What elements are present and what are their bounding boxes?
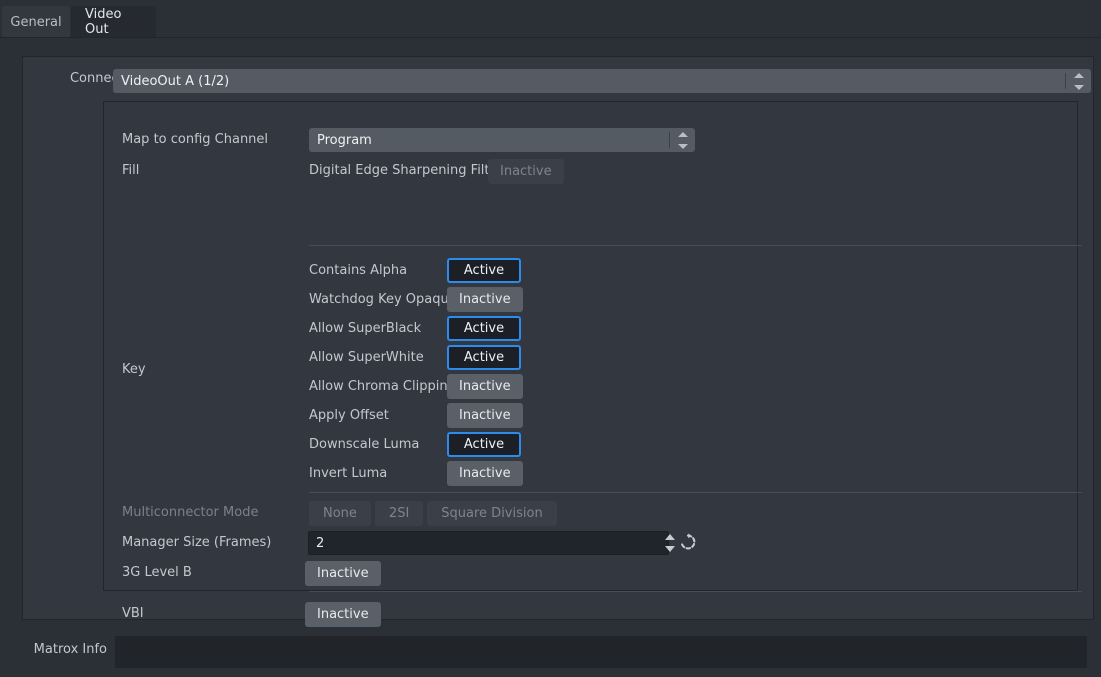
key-row-allow-chroma-clipping: Allow Chroma Clipping Inactive [104,375,1077,401]
matrox-info-row: Matrox Info [22,634,1094,670]
watchdog-key-opaque-toggle[interactable]: Inactive [447,287,523,312]
multiconnector-mode-label: Multiconnector Mode [104,505,248,520]
level-3g-b-state: Inactive [317,566,369,581]
tab-video-out[interactable]: Video Out [71,6,156,38]
key-row-contains-alpha: Contains Alpha Active [104,259,1077,285]
multiconnector-mode-option-2si: 2SI [375,501,423,526]
map-to-config-channel-select[interactable]: Program [309,128,695,152]
watchdog-key-opaque-state: Inactive [459,292,511,307]
connector-select[interactable]: VideoOut A (1/2) [113,69,1091,93]
map-to-config-channel-value: Program [317,133,372,148]
downscale-luma-state: Active [464,437,504,452]
apply-offset-state: Inactive [459,408,511,423]
video-out-panel: Connector VideoOut A (1/2) Map to config… [22,56,1094,620]
connector-settings-group: Map to config Channel Program Fill Digit… [103,101,1078,591]
connector-divider [1065,73,1066,89]
separator-key-top [309,245,1082,246]
key-row-invert-luma: Invert Luma Inactive [104,462,1077,488]
allow-chroma-clipping-toggle[interactable]: Inactive [447,374,523,399]
spinner-updown-icon[interactable] [1073,73,1084,90]
spinner-updown-icon[interactable] [677,132,688,149]
vbi-toggle[interactable]: Inactive [305,602,381,627]
allow-superwhite-toggle[interactable]: Active [447,345,521,370]
key-row-apply-offset: Apply Offset Inactive [104,404,1077,430]
watchdog-key-opaque-label: Watchdog Key Opaque [309,292,457,307]
manager-size-row: Manager Size (Frames) 2 [104,531,1077,557]
contains-alpha-state: Active [464,263,504,278]
multiconnector-mode-row: Multiconnector Mode None 2SI Square Divi… [104,501,1077,527]
map-to-config-channel-label: Map to config Channel [104,132,248,147]
fill-row: Fill Digital Edge Sharpening Filter Inac… [104,159,1077,185]
tab-video-out-label: Video Out [85,7,142,37]
apply-offset-toggle[interactable]: Inactive [447,403,523,428]
manager-size-label: Manager Size (Frames) [104,535,248,550]
connector-value: VideoOut A (1/2) [121,74,229,89]
level-3g-b-toggle[interactable]: Inactive [305,561,381,586]
invert-luma-toggle[interactable]: Inactive [447,461,523,486]
separator-vbi-top [309,591,1082,592]
multiconnector-mode-2si-label: 2SI [389,506,409,521]
level-3g-b-label: 3G Level B [104,565,248,580]
allow-superwhite-state: Active [464,350,504,365]
key-row-allow-superblack: Allow SuperBlack Active [104,317,1077,343]
vbi-state: Inactive [317,607,369,622]
allow-superblack-toggle[interactable]: Active [447,316,521,341]
digital-edge-sharpening-filter-state: Inactive [500,164,552,179]
allow-superblack-state: Active [464,321,504,336]
key-row-watchdog-key-opaque: Watchdog Key Opaque Inactive [104,288,1077,314]
digital-edge-sharpening-filter-toggle: Inactive [488,159,564,184]
invert-luma-label: Invert Luma [309,466,387,481]
tab-bar: General Video Out [0,0,1101,38]
allow-chroma-clipping-state: Inactive [459,379,511,394]
spinner-updown-icon[interactable] [664,534,675,552]
multiconnector-mode-option-square-division: Square Division [427,501,556,526]
downscale-luma-label: Downscale Luma [309,437,419,452]
manager-size-input[interactable]: 2 [308,531,669,555]
invert-luma-state: Inactive [459,466,511,481]
matrox-info-field[interactable] [115,636,1087,668]
key-row-allow-superwhite: Allow SuperWhite Active [104,346,1077,372]
multiconnector-mode-square-division-label: Square Division [441,506,542,521]
manager-size-value: 2 [316,536,324,551]
map-channel-divider [669,132,670,148]
multiconnector-mode-group: None 2SI Square Division [309,501,557,526]
contains-alpha-label: Contains Alpha [309,263,407,278]
allow-chroma-clipping-label: Allow Chroma Clipping [309,379,456,394]
tab-general-label: General [10,15,61,30]
connector-row: Connector VideoOut A (1/2) [23,67,1093,93]
contains-alpha-toggle[interactable]: Active [447,258,521,283]
refresh-icon[interactable] [679,533,697,555]
apply-offset-label: Apply Offset [309,408,389,423]
allow-superwhite-label: Allow SuperWhite [309,350,424,365]
allow-superblack-label: Allow SuperBlack [309,321,421,336]
vbi-row: VBI Inactive [104,602,1077,628]
tab-strip-underline [0,37,1101,38]
downscale-luma-toggle[interactable]: Active [447,432,521,457]
key-row-downscale-luma: Downscale Luma Active [104,433,1077,459]
tab-general[interactable]: General [2,6,70,38]
map-to-config-channel-row: Map to config Channel Program [104,128,1077,154]
vbi-label: VBI [104,606,248,621]
multiconnector-mode-option-none: None [309,501,371,526]
multiconnector-mode-none-label: None [323,506,357,521]
digital-edge-sharpening-filter-label: Digital Edge Sharpening Filter [309,163,503,178]
separator-key-bottom [309,492,1082,493]
level-3g-b-row: 3G Level B Inactive [104,561,1077,587]
fill-label: Fill [104,163,248,178]
matrox-info-label: Matrox Info [22,642,107,657]
